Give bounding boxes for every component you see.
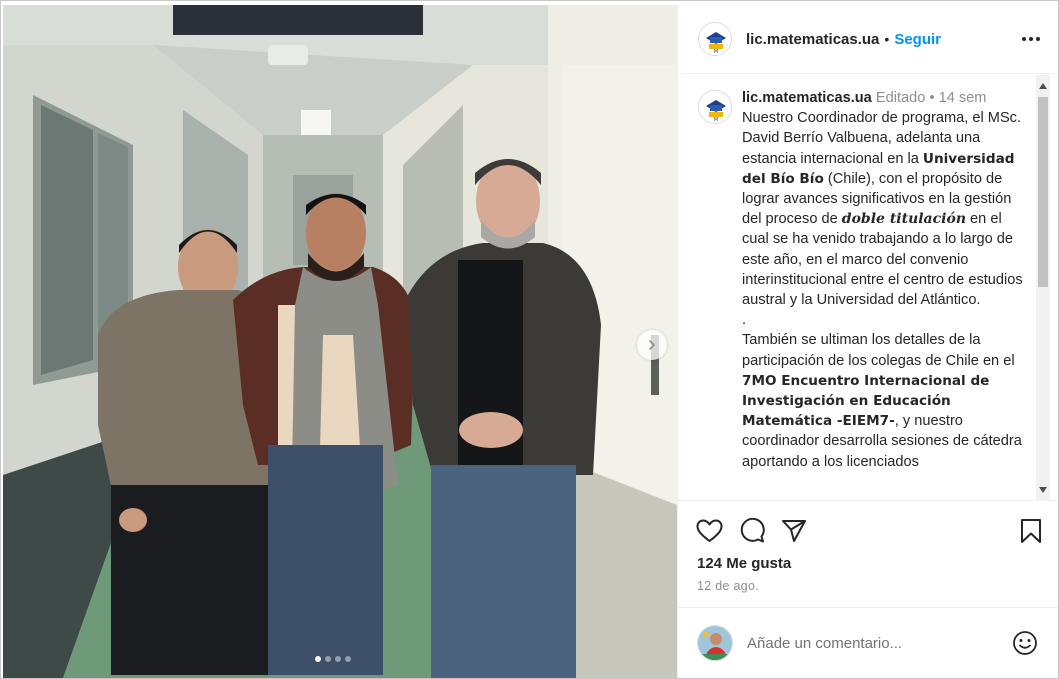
post-author-username[interactable]: lic.matematicas.ua bbox=[746, 31, 879, 48]
caption-scroll-area[interactable]: M lic.matematicas.ua Editado • 14 sem Nu… bbox=[678, 75, 1058, 501]
avatar[interactable]: M bbox=[698, 22, 732, 56]
comment-button[interactable] bbox=[739, 518, 765, 544]
more-horizontal-icon bbox=[1022, 37, 1040, 41]
heart-icon bbox=[696, 519, 723, 542]
post-actions-bar bbox=[696, 515, 1042, 547]
scrollbar-thumb[interactable] bbox=[1038, 97, 1048, 287]
more-options-button[interactable] bbox=[1021, 36, 1041, 42]
caption-dot-line: . bbox=[742, 312, 747, 329]
caption-username[interactable]: lic.matematicas.ua bbox=[742, 90, 872, 106]
likes-count[interactable]: 124 Me gusta bbox=[697, 555, 791, 572]
post-date[interactable]: 12 de ago. bbox=[697, 579, 759, 593]
carousel-dot bbox=[335, 656, 341, 662]
carousel-dot bbox=[315, 656, 321, 662]
comment-input[interactable] bbox=[747, 634, 1012, 652]
smiley-icon bbox=[1013, 631, 1037, 655]
svg-text:M: M bbox=[714, 49, 718, 55]
post-dialog: M lic.matematicas.ua • Seguir M lic.mate… bbox=[0, 0, 1059, 679]
edited-label: Editado bbox=[875, 90, 926, 106]
header-separator: • bbox=[884, 31, 890, 47]
hallway-photo-illustration bbox=[3, 5, 677, 678]
post-time-ago[interactable]: 14 sem bbox=[939, 90, 987, 106]
like-button[interactable] bbox=[696, 519, 723, 543]
emoji-button[interactable] bbox=[1012, 630, 1038, 656]
post-header: M lic.matematicas.ua • Seguir bbox=[678, 5, 1057, 74]
paper-plane-icon bbox=[782, 520, 806, 542]
caption-text-segment: También se ultiman los detalles de la pa… bbox=[742, 332, 1015, 369]
caption-paragraph-1: Nuestro Coordinador de programa, el MSc.… bbox=[742, 108, 1032, 310]
carousel-indicator bbox=[315, 656, 351, 662]
caption-paragraph-2: También se ultiman los detalles de la pa… bbox=[742, 330, 1032, 471]
caption-scrollbar[interactable] bbox=[1036, 75, 1050, 500]
meta-separator: • bbox=[929, 90, 935, 106]
next-slide-button[interactable] bbox=[637, 330, 667, 360]
current-user-avatar[interactable] bbox=[697, 625, 733, 661]
bookmark-icon bbox=[1021, 519, 1041, 543]
caption-text: lic.matematicas.ua Editado • 14 sem Nues… bbox=[742, 88, 1032, 472]
add-comment-bar bbox=[678, 607, 1058, 678]
post-photo[interactable] bbox=[3, 5, 677, 678]
carousel-dot bbox=[345, 656, 351, 662]
user-avatar-image bbox=[698, 626, 732, 660]
caption: M lic.matematicas.ua Editado • 14 sem Nu… bbox=[698, 88, 1032, 472]
carousel-dot bbox=[325, 656, 331, 662]
post-side-panel: M lic.matematicas.ua • Seguir M lic.mate… bbox=[677, 5, 1058, 678]
scroll-down-arrow-icon[interactable] bbox=[1039, 487, 1047, 493]
chevron-right-icon bbox=[649, 340, 655, 350]
avatar[interactable]: M bbox=[698, 90, 732, 124]
svg-text:M: M bbox=[714, 117, 718, 123]
university-logo-icon: M bbox=[699, 23, 731, 55]
scroll-up-arrow-icon[interactable] bbox=[1039, 83, 1047, 89]
follow-button[interactable]: Seguir bbox=[894, 31, 941, 48]
share-button[interactable] bbox=[781, 519, 807, 543]
comment-bubble-icon bbox=[740, 518, 765, 543]
university-logo-icon: M bbox=[699, 91, 731, 123]
save-button[interactable] bbox=[1020, 518, 1042, 544]
caption-bold-italic-phrase: doble titulación bbox=[841, 211, 966, 228]
